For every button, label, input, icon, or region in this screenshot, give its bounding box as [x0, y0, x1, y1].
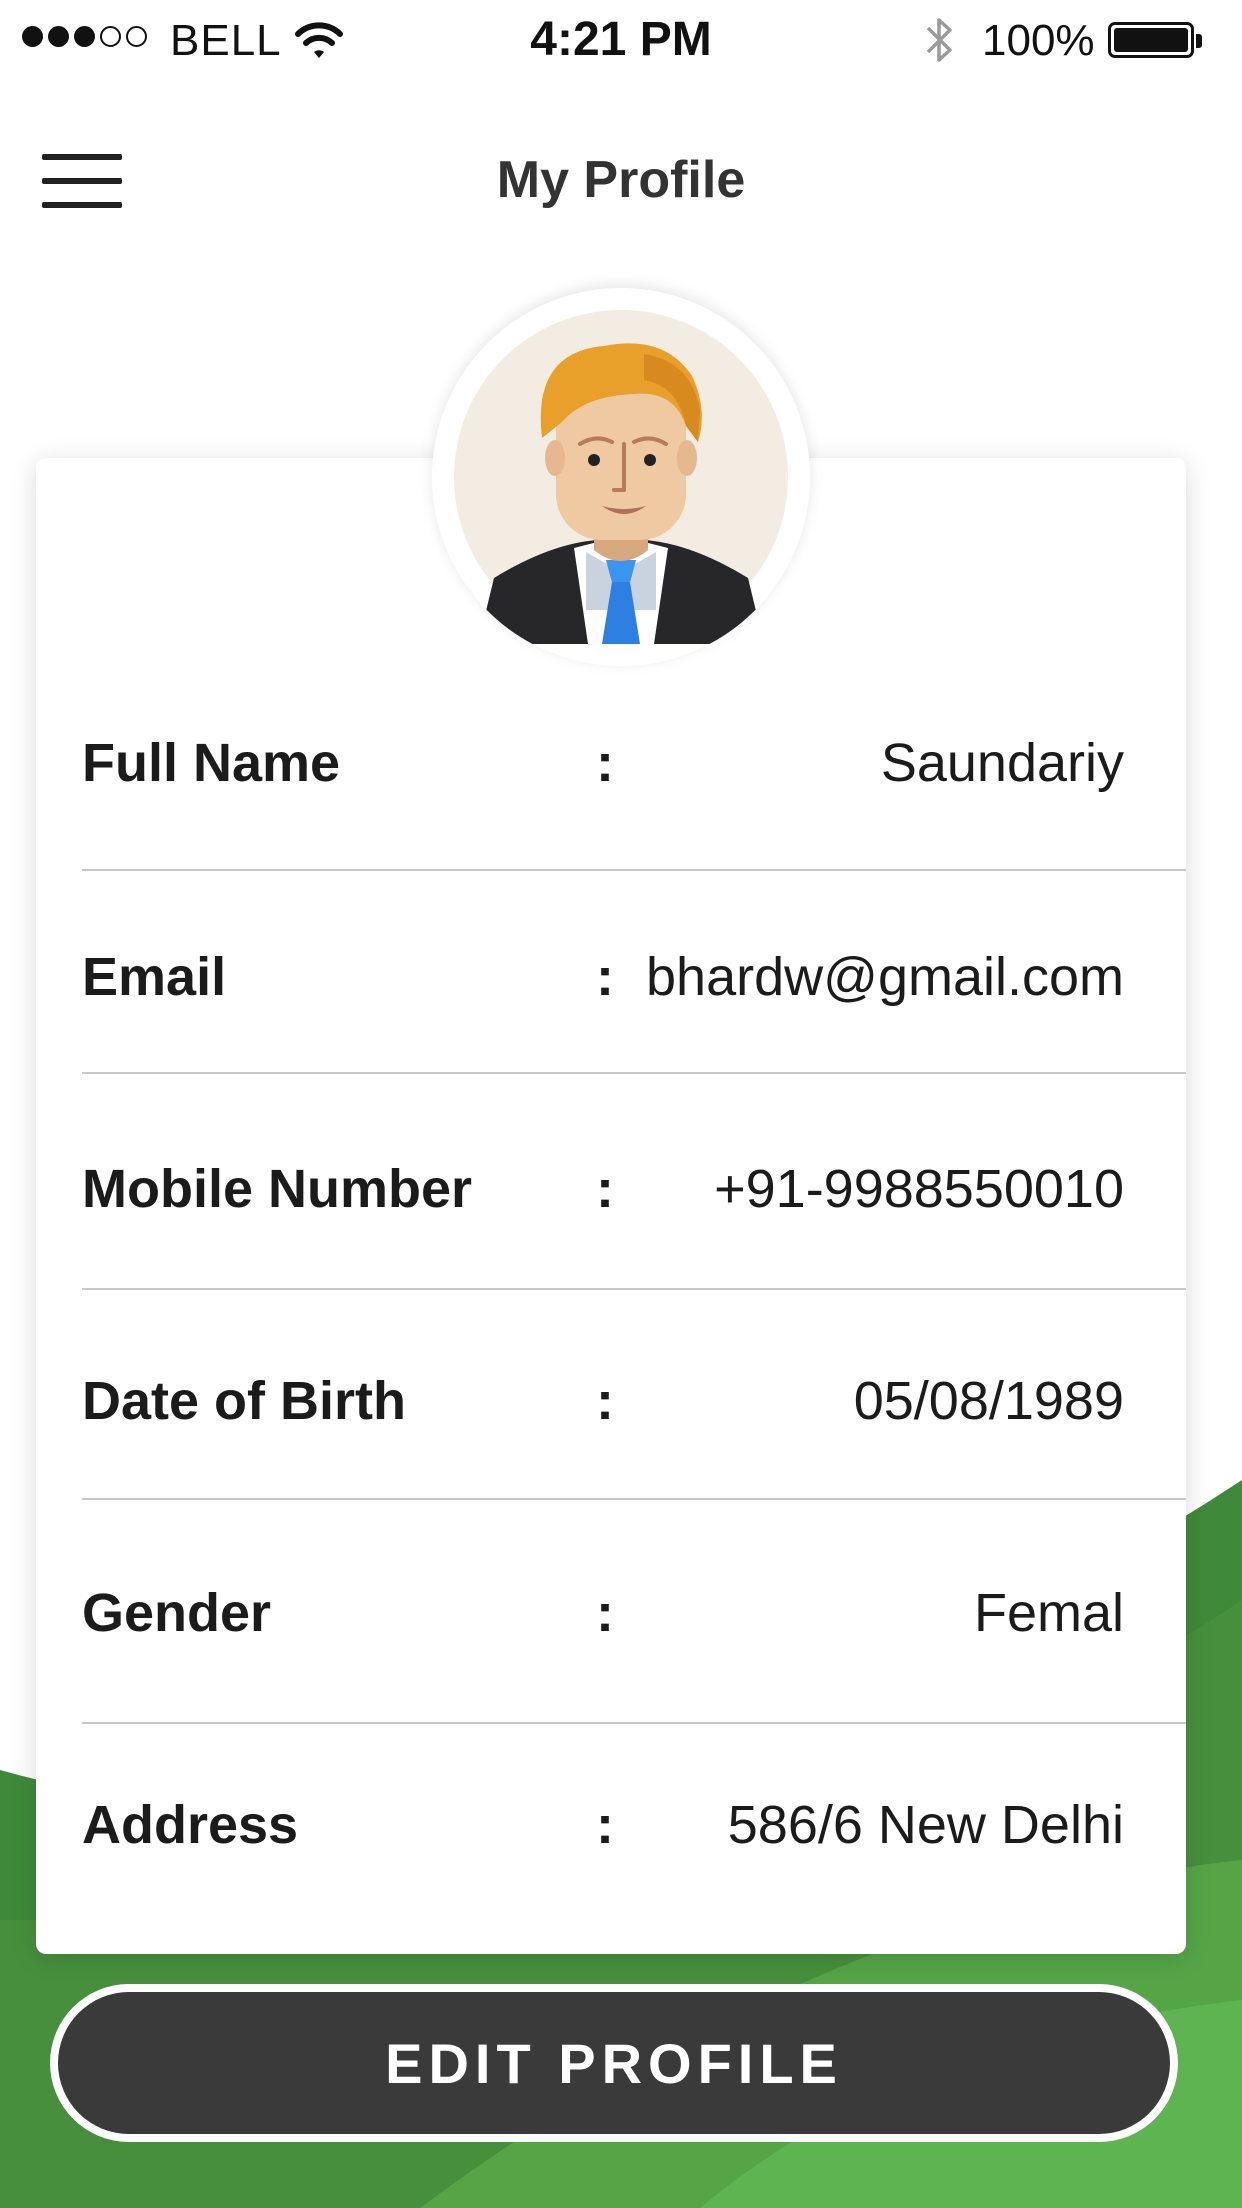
row-divider: [82, 1722, 1186, 1724]
profile-card: Full Name : Saundariy Email : bhardw@gma…: [36, 458, 1186, 1954]
status-bar: BELL 4:21 PM 100%: [0, 0, 1242, 80]
battery-tip-icon: [1196, 34, 1202, 48]
email-label: Email: [82, 947, 227, 1007]
bluetooth-icon: [926, 18, 952, 62]
edit-profile-button[interactable]: EDIT PROFILE: [58, 1992, 1170, 2134]
male-user-avatar-icon: [454, 310, 788, 644]
separator: :: [596, 1583, 614, 1643]
profile-row-dob: Date of Birth : 05/08/1989: [36, 1326, 1186, 1476]
date-of-birth-value: 05/08/1989: [853, 1371, 1124, 1431]
mobile-number-value: +91-9988550010: [714, 1159, 1124, 1219]
page-title: My Profile: [496, 151, 746, 209]
address-value: 586/6 New Delhi: [727, 1795, 1124, 1855]
profile-row-mobile: Mobile Number : +91-9988550010: [36, 1114, 1186, 1264]
separator: :: [596, 733, 614, 793]
email-value: bhardw@gmail.com: [646, 947, 1124, 1007]
battery-icon: [1108, 22, 1194, 58]
row-divider: [82, 1498, 1186, 1500]
gender-value: Femal: [973, 1583, 1124, 1643]
separator: :: [596, 947, 614, 1007]
separator: :: [596, 1795, 614, 1855]
row-divider: [82, 1072, 1186, 1074]
address-label: Address: [82, 1795, 299, 1855]
profile-row-full-name: Full Name : Saundariy: [36, 688, 1186, 838]
battery-percentage: 100%: [982, 16, 1095, 65]
profile-row-gender: Gender : Femal: [36, 1538, 1186, 1688]
separator: :: [596, 1159, 614, 1219]
edit-profile-button-frame: EDIT PROFILE: [50, 1984, 1178, 2142]
full-name-value: Saundariy: [880, 733, 1124, 793]
mobile-number-label: Mobile Number: [82, 1159, 473, 1219]
separator: :: [596, 1371, 614, 1431]
avatar: [432, 288, 810, 666]
full-name-label: Full Name: [82, 733, 341, 793]
gender-label: Gender: [82, 1583, 272, 1643]
row-divider: [82, 1288, 1186, 1290]
row-divider: [82, 869, 1186, 871]
profile-row-email: Email : bhardw@gmail.com: [36, 902, 1186, 1052]
profile-row-address: Address : 586/6 New Delhi: [36, 1750, 1186, 1900]
date-of-birth-label: Date of Birth: [82, 1371, 406, 1431]
